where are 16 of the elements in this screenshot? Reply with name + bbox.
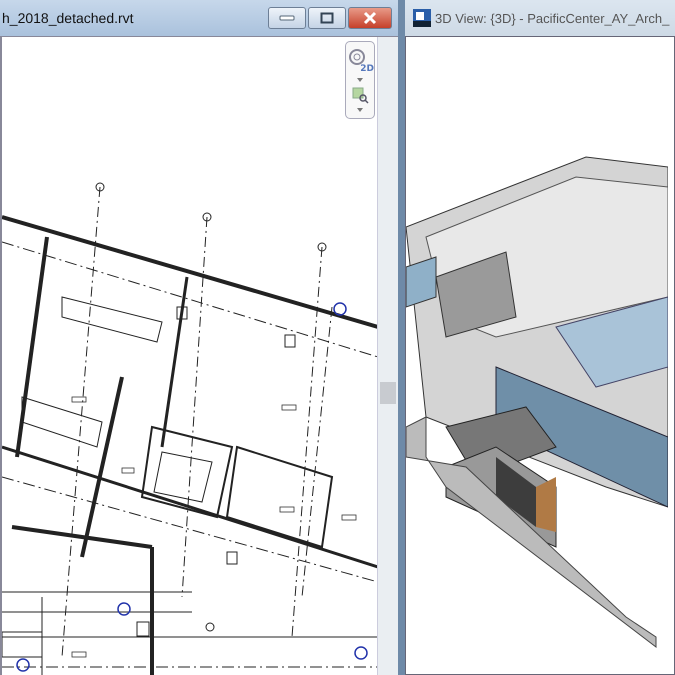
scrollbar-thumb[interactable] [380,382,396,404]
navigation-wheel-button[interactable]: 2D [348,48,372,74]
minimize-button[interactable] [268,7,306,29]
maximize-icon [320,12,334,24]
app-icon [413,9,431,27]
caret-icon[interactable] [357,108,363,112]
window-title: h_2018_detached.rvt [2,10,135,26]
caret-icon[interactable] [357,78,363,82]
close-button[interactable] [348,7,392,29]
steering-wheel-icon [348,48,366,66]
close-icon [362,11,378,25]
minimize-icon [279,15,295,21]
scrollbar[interactable] [377,37,398,675]
window-title: 3D View: {3D} - PacificCenter_AY_Arch_ [435,10,670,26]
maximize-button[interactable] [308,7,346,29]
zoom-icon[interactable] [351,86,369,104]
